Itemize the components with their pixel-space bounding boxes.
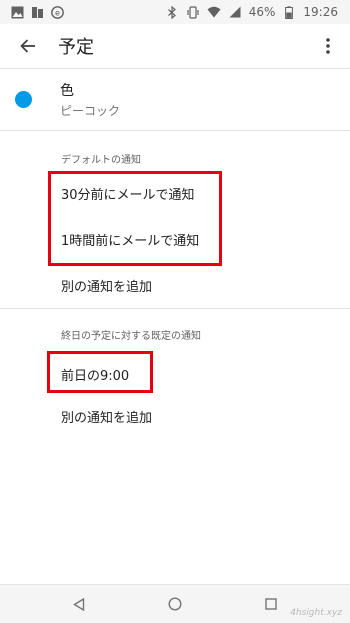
add-default-notification-button[interactable]: 別の通知を追加 xyxy=(61,276,152,295)
battery-icon xyxy=(282,5,296,19)
color-label: 色 xyxy=(60,82,74,99)
color-value: ピーコック xyxy=(60,103,121,118)
highlight-box xyxy=(47,351,153,393)
watermark: 4hsight.xyz xyxy=(290,608,342,618)
highlight-box xyxy=(48,171,222,266)
svg-text:e: e xyxy=(55,8,60,17)
battery-percentage: 46% xyxy=(248,5,276,19)
app-bar: 予定 xyxy=(0,24,350,69)
wifi-icon xyxy=(207,5,221,19)
clock: 19:26 xyxy=(303,5,338,19)
color-setting-row[interactable]: 色 ピーコック xyxy=(0,68,350,130)
sd-card-icon xyxy=(30,5,44,19)
nav-back-button[interactable] xyxy=(59,585,99,623)
image-icon xyxy=(10,5,24,19)
add-all-day-notification-button[interactable]: 別の通知を追加 xyxy=(61,407,152,426)
nav-recents-button[interactable] xyxy=(251,585,291,623)
recents-square-icon xyxy=(265,598,277,610)
default-notifications-header: デフォルトの通知 xyxy=(61,155,141,166)
bluetooth-icon xyxy=(165,5,179,19)
divider xyxy=(0,130,350,131)
back-triangle-icon xyxy=(73,597,85,611)
signal-icon xyxy=(228,5,242,19)
page-title: 予定 xyxy=(58,37,94,58)
more-options-button[interactable] xyxy=(312,24,344,68)
divider xyxy=(0,308,350,309)
more-vert-icon xyxy=(326,38,330,54)
vibrate-icon xyxy=(186,5,200,19)
color-swatch xyxy=(15,90,32,108)
nav-home-button[interactable] xyxy=(155,585,195,623)
e-badge-icon: e xyxy=(50,5,64,19)
back-button[interactable] xyxy=(6,24,50,68)
arrow-back-icon xyxy=(20,39,35,53)
status-bar: e 46% 19:26 xyxy=(0,0,350,24)
home-circle-icon xyxy=(168,597,182,611)
all-day-notifications-header: 終日の予定に対する既定の通知 xyxy=(61,331,201,342)
